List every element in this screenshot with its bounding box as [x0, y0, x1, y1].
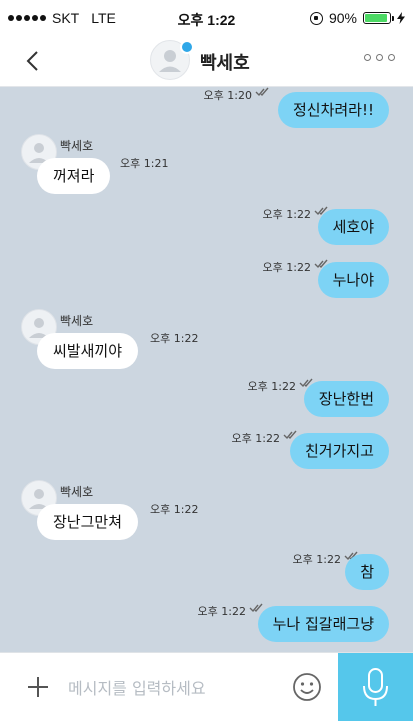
status-right: 90% — [309, 10, 405, 26]
outgoing-message[interactable]: 세호야 — [317, 209, 389, 245]
voice-button[interactable] — [338, 653, 413, 721]
smiley-icon[interactable] — [291, 671, 323, 703]
charging-bolt-icon — [397, 12, 405, 24]
chat-header: 빡세호 — [0, 36, 413, 87]
battery-fill — [365, 14, 387, 22]
contact-name[interactable]: 빡세호 — [200, 49, 250, 75]
incoming-message[interactable]: 꺼져라 — [37, 158, 111, 194]
outgoing-message[interactable]: 누나 집갈래그냥 — [257, 606, 389, 642]
outgoing-message[interactable]: 참 — [345, 554, 389, 590]
outgoing-message[interactable]: 정신차려라!! — [277, 92, 389, 128]
message-time: 오후 1:22 — [247, 380, 296, 393]
status-bar: SKT LTE 오후 1:22 90% — [0, 0, 413, 36]
message-meta: 오후 1:22 — [150, 501, 198, 517]
chevron-left-icon[interactable] — [22, 49, 44, 73]
incoming-message[interactable]: 씨발새끼야 — [37, 333, 139, 369]
incoming-message[interactable]: 장난그만쳐 — [37, 504, 139, 540]
message-time: 오후 1:22 — [150, 503, 199, 516]
message-time: 오후 1:22 — [262, 261, 311, 274]
battery-icon — [363, 12, 394, 24]
plus-icon[interactable] — [26, 675, 50, 699]
online-indicator — [180, 40, 194, 54]
message-meta: 오후 1:22 — [198, 603, 265, 619]
sender-name: 빡세호 — [60, 314, 94, 328]
message-time: 오후 1:21 — [120, 157, 169, 170]
message-time: 오후 1:20 — [203, 89, 252, 102]
message-time: 오후 1:22 — [262, 208, 311, 221]
message-meta: 오후 1:22 — [150, 330, 198, 346]
message-input-bar — [0, 652, 413, 721]
chat-area[interactable]: 오후 1:20 정신차려라!! 빡세호 꺼져라 오후 1:21 오후 1:22 … — [0, 87, 413, 652]
message-time: 오후 1:22 — [197, 605, 246, 618]
message-meta: 오후 1:20 — [204, 87, 271, 103]
message-time: 오후 1:22 — [292, 553, 341, 566]
outgoing-message[interactable]: 장난한번 — [303, 381, 389, 417]
double-check-icon — [255, 87, 269, 97]
outgoing-message[interactable]: 누나야 — [317, 262, 389, 298]
battery-percent: 90% — [328, 10, 357, 26]
microphone-icon — [363, 668, 388, 706]
message-meta: 오후 1:22 — [232, 430, 299, 446]
message-time: 오후 1:22 — [150, 332, 199, 345]
more-dots-icon[interactable] — [364, 54, 395, 61]
message-time: 오후 1:22 — [231, 432, 280, 445]
sender-name: 빡세호 — [60, 139, 94, 153]
rotation-lock-icon — [309, 11, 323, 25]
message-meta: 오후 1:21 — [120, 155, 168, 171]
outgoing-message[interactable]: 친거가지고 — [289, 433, 389, 469]
sender-name: 빡세호 — [60, 485, 94, 499]
message-input[interactable] — [66, 671, 280, 705]
